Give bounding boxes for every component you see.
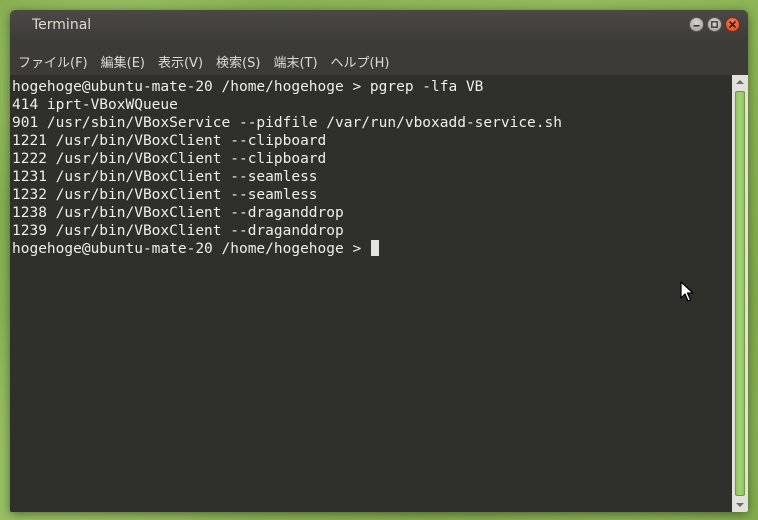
mouse-pointer-icon xyxy=(680,281,694,302)
terminal-line: 1232 /usr/bin/VBoxClient --seamless xyxy=(12,187,318,203)
vertical-scrollbar[interactable] xyxy=(732,75,748,512)
terminal-line: 1238 /usr/bin/VBoxClient --draganddrop xyxy=(12,205,344,221)
menu-view[interactable]: 表示(V) xyxy=(158,52,203,71)
close-icon xyxy=(729,21,736,28)
maximize-icon xyxy=(711,21,718,28)
arrow-down-icon xyxy=(736,503,744,507)
menu-file[interactable]: ファイル(F) xyxy=(18,52,88,71)
terminal-window[interactable]: Terminal ファイル(F) 編集(E) 表示(V) 検索(S) 端末(T)… xyxy=(10,10,748,512)
menu-help[interactable]: ヘルプ(H) xyxy=(331,52,390,71)
window-controls xyxy=(689,17,740,32)
minimize-icon xyxy=(693,25,700,27)
close-button[interactable] xyxy=(725,17,740,32)
scrollbar-thumb[interactable] xyxy=(735,91,745,496)
scroll-up-button[interactable] xyxy=(732,75,748,89)
window-title: Terminal xyxy=(32,17,92,33)
title-bar[interactable]: Terminal xyxy=(10,10,748,42)
menu-terminal[interactable]: 端末(T) xyxy=(273,52,317,71)
scroll-down-button[interactable] xyxy=(732,498,748,512)
terminal-line: 414 iprt-VBoxWQueue xyxy=(12,97,178,113)
prompt-line[interactable]: hogehoge@ubuntu-mate-20 /home/hogehoge > xyxy=(12,240,732,258)
terminal-line: 1239 /usr/bin/VBoxClient --draganddrop xyxy=(12,223,344,239)
maximize-button[interactable] xyxy=(707,17,722,32)
terminal-line: 901 /usr/sbin/VBoxService --pidfile /var… xyxy=(12,115,562,131)
terminal-output[interactable]: hogehoge@ubuntu-mate-20 /home/hogehoge >… xyxy=(10,75,732,512)
shell-prompt: hogehoge@ubuntu-mate-20 /home/hogehoge > xyxy=(12,241,370,257)
menu-search[interactable]: 検索(S) xyxy=(216,52,260,71)
terminal-line: hogehoge@ubuntu-mate-20 /home/hogehoge >… xyxy=(12,79,484,95)
minimize-button[interactable] xyxy=(689,17,704,32)
terminal-line: 1231 /usr/bin/VBoxClient --seamless xyxy=(12,169,318,185)
terminal-line: 1222 /usr/bin/VBoxClient --clipboard xyxy=(12,151,327,167)
text-cursor xyxy=(370,240,379,256)
menu-edit[interactable]: 編集(E) xyxy=(101,52,145,71)
menu-bar: ファイル(F) 編集(E) 表示(V) 検索(S) 端末(T) ヘルプ(H) xyxy=(10,48,748,74)
arrow-up-icon xyxy=(736,80,744,84)
terminal-line: 1221 /usr/bin/VBoxClient --clipboard xyxy=(12,133,327,149)
